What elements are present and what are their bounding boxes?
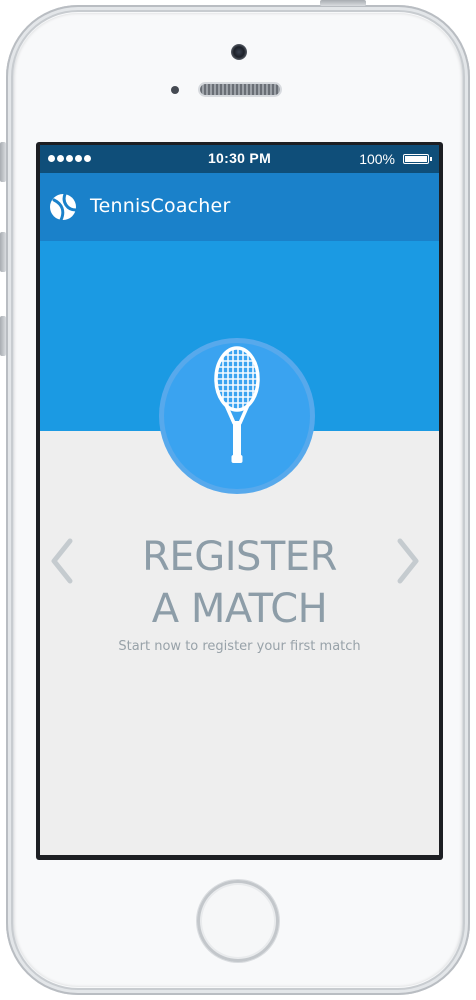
battery-percentage: 100% xyxy=(359,151,395,167)
volume-up-button xyxy=(0,232,6,272)
status-bar: 10:30 PM 100% xyxy=(40,145,439,173)
home-button[interactable] xyxy=(197,880,279,962)
headline-line-2: A MATCH xyxy=(151,586,328,632)
tennis-racket-icon xyxy=(214,346,260,463)
tennis-ball-icon xyxy=(50,193,77,221)
slide-headline: REGISTER A MATCH xyxy=(40,531,439,635)
front-camera xyxy=(231,44,247,60)
earpiece-speaker xyxy=(200,84,280,95)
slide-subtitle: Start now to register your first match xyxy=(118,639,361,654)
app-title: TennisCoacher xyxy=(90,195,231,217)
app-screen: 10:30 PM 100% TennisCoacher REGISTER A M… xyxy=(40,145,439,855)
proximity-sensor xyxy=(171,86,179,94)
racket-badge xyxy=(164,343,310,489)
power-button xyxy=(320,0,366,6)
headline-line-1: REGISTER xyxy=(142,534,337,580)
app-bar: TennisCoacher xyxy=(40,173,439,241)
battery-full-icon xyxy=(403,154,432,164)
volume-down-button xyxy=(0,316,6,356)
mute-switch xyxy=(0,142,6,182)
